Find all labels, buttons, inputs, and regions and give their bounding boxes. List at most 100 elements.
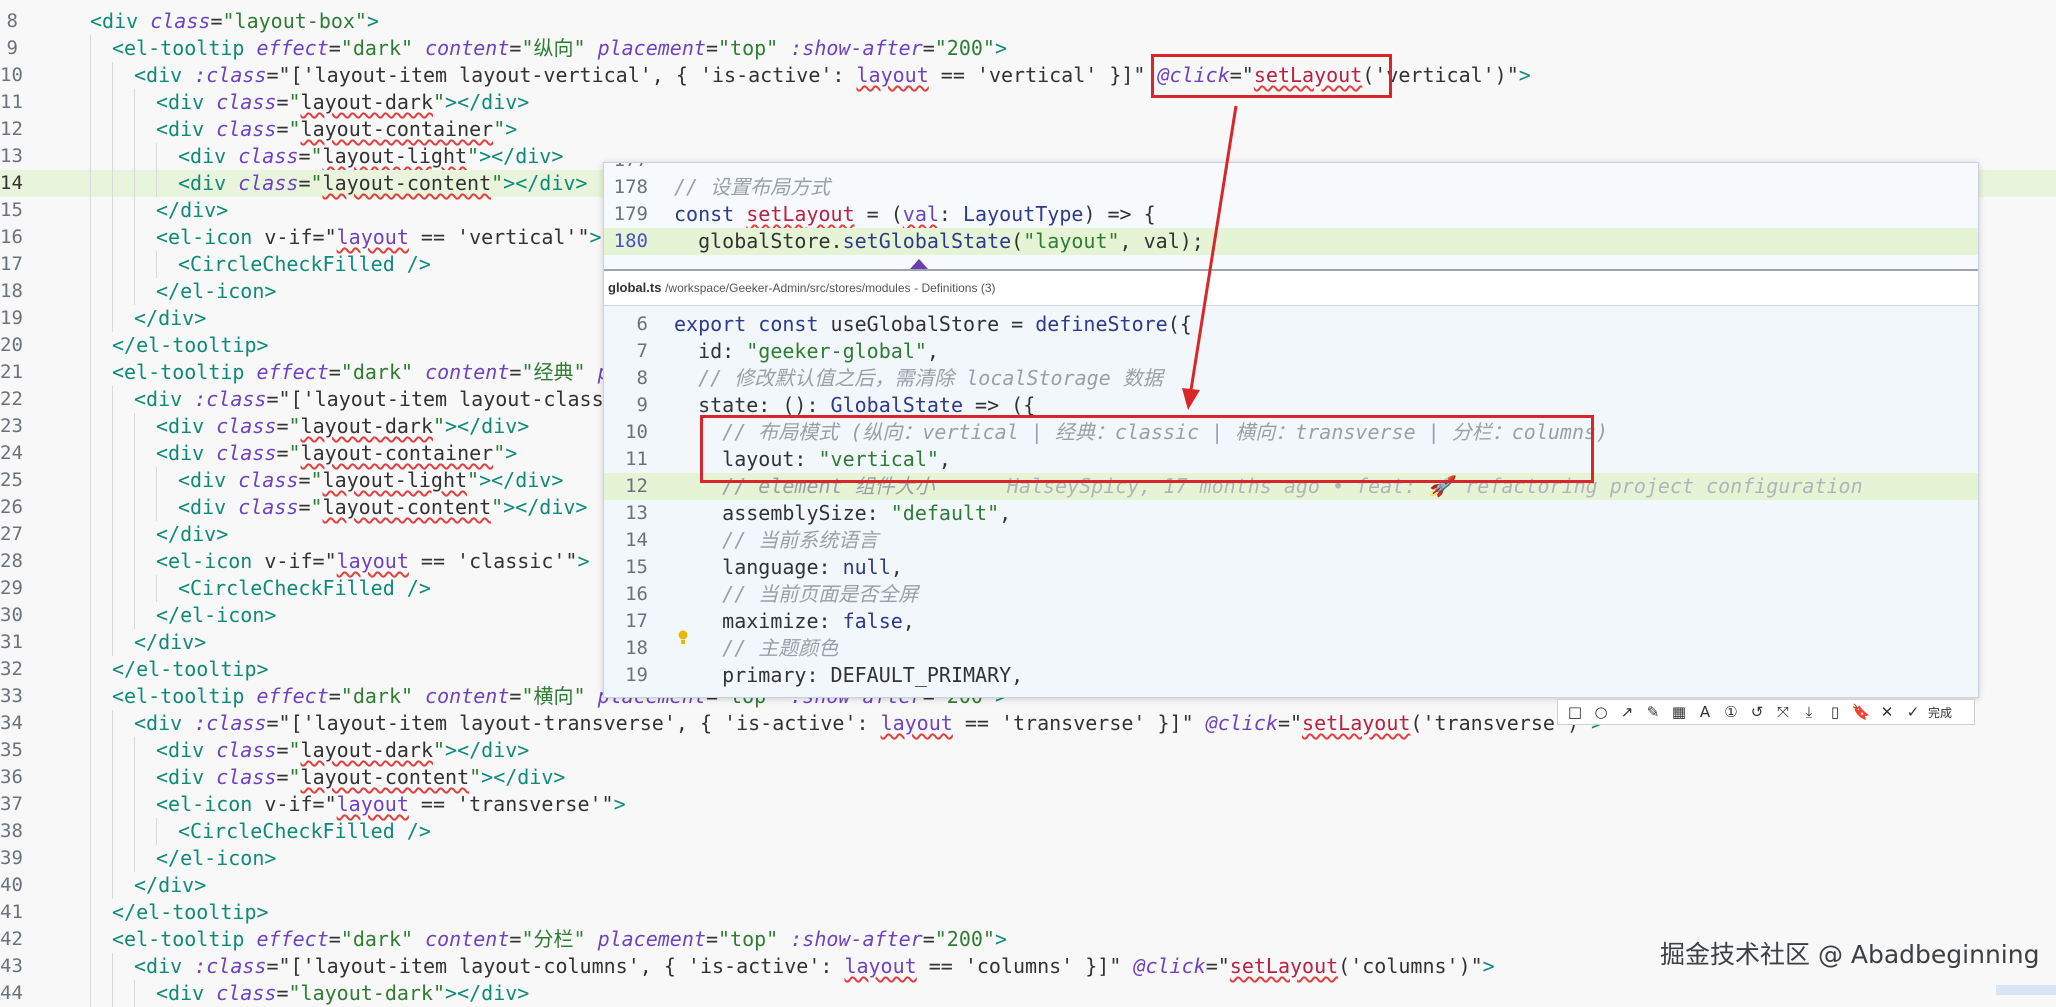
code-token: > [1482,954,1495,978]
undo-icon[interactable]: ↺ [1746,703,1768,721]
code-token: // 当前页面是否全屏 [674,582,919,606]
peek-line-177[interactable]: 177 [604,163,1978,174]
code-text: <div :class="['layout-item layout-transv… [134,710,1603,737]
code-token: <el-tooltip [112,36,257,60]
code-token: ({ [1167,312,1192,336]
code-token: = [509,927,522,951]
code-line-40[interactable]: 40 </div> [0,872,2056,899]
text-tool-icon[interactable]: A [1694,703,1716,721]
peek-line-178[interactable]: 178 // 设置布局方式 [604,174,1978,201]
code-line-11[interactable]: 11 <div class="layout-dark"></div> [0,89,2056,116]
code-token: // 主题颜色 [674,636,839,660]
line-number: 39 [0,847,23,869]
peek-caret-icon [910,259,928,269]
indent-guide [90,953,91,980]
ellipse-tool-icon[interactable]: ○ [1590,703,1612,721]
peek-line-8[interactable]: 8 // 修改默认值之后，需清除 localStorage 数据 [604,365,1978,392]
peek-line-15[interactable]: 15 language: null, [604,554,1978,581]
code-line-38[interactable]: 38 <CircleCheckFilled /> [0,818,2056,845]
indent-guide [156,818,157,845]
peek-line-6[interactable]: 6 export const useGlobalStore = defineSto… [604,311,1978,338]
code-token: = [298,171,311,195]
code-token: " [432,90,446,114]
indent-guide [90,764,91,791]
code-token: class [150,9,211,33]
code-token: == 'classic'" [408,549,578,573]
peek-line-179[interactable]: 179 const setLayout = (val: LayoutType) =… [604,201,1978,228]
indent-guide [90,656,91,683]
pen-tool-icon[interactable]: ✎ [1642,703,1664,721]
indent-guide [90,683,91,710]
peek-line-18[interactable]: 18 // 主题颜色 [604,635,1978,662]
download-icon[interactable]: ⤓ [1798,703,1820,721]
code-line-9[interactable]: 9 <el-tooltip effect="dark" content="纵向" … [0,35,2056,62]
code-token: " [467,468,480,492]
indent-guide [90,629,91,656]
code-token: " [288,90,301,114]
code-token: v-if=" [264,225,337,249]
indent-guide [112,953,113,980]
code-line-37[interactable]: 37 <el-icon v-if="layout == 'transverse'"… [0,791,2056,818]
code-line-44[interactable]: 44 <div class="layout-dark"></div> [0,980,2056,1007]
code-token: </div> [134,873,207,897]
arrow-tool-icon[interactable]: ↗ [1616,703,1638,721]
indent-guide [90,980,91,1007]
code-line-39[interactable]: 39 </el-icon> [0,845,2056,872]
peek-line-7[interactable]: 7 id: "geeker-global", [604,338,1978,365]
peek-line-180[interactable]: 180 globalStore.setGlobalState("layout",… [604,228,1978,255]
code-token: layout-dark [300,90,433,114]
code-text: </div> [134,629,206,656]
code-token: = [509,36,522,60]
peek-file-name[interactable]: global.ts [608,280,661,295]
peek-line-14[interactable]: 14 // 当前系统语言 [604,527,1978,554]
mosaic-tool-icon[interactable]: ▦ [1668,703,1690,721]
indent-guide [90,62,91,89]
bookmark-icon[interactable]: 🔖 [1850,703,1872,721]
code-line-36[interactable]: 36 <div class="layout-content"></div> [0,764,2056,791]
screenshot-annotation-toolbar: □ ○ ↗ ✎ ▦ A ① ↺ ⤧ ⤓ ▯ 🔖 ✕ ✓ 完成 [1557,699,1975,725]
code-token: <el-icon [156,792,265,816]
lightbulb-icon[interactable] [677,630,689,646]
line-number: 24 [0,442,23,464]
code-token: :class [194,954,267,978]
number-tool-icon[interactable]: ① [1720,703,1742,721]
code-token: = [922,927,935,951]
indent-guide [156,575,157,602]
code-token: @click [1133,954,1206,978]
code-token: <el-tooltip [112,684,257,708]
indent-guide [112,872,113,899]
code-line-35[interactable]: 35 <div class="layout-dark"></div> [0,737,2056,764]
code-token: <div [156,765,217,789]
code-token: " [288,414,301,438]
pin-icon[interactable]: ⤧ [1772,703,1794,721]
line-number: 179 [613,203,648,225]
peek-line-13[interactable]: 13 assemblySize: "default", [604,500,1978,527]
code-line-8[interactable]: 8 <div class="layout-box"> [0,8,2056,35]
line-number: 25 [0,469,23,491]
save-icon[interactable]: ▯ [1824,703,1846,721]
confirm-icon[interactable]: ✓ [1902,703,1924,721]
close-icon[interactable]: ✕ [1876,703,1898,721]
code-token: // 设置布局方式 [674,175,831,199]
peek-line-19[interactable]: 19 primary: DEFAULT_PRIMARY, [604,662,1978,689]
peek-line-16[interactable]: 16 // 当前页面是否全屏 [604,581,1978,608]
code-text: <div class="layout-dark"></div> [156,413,529,440]
peek-line-17[interactable]: 17 maximize: false, [604,608,1978,635]
indent-guide [134,575,135,602]
rectangle-tool-icon[interactable]: □ [1564,703,1586,721]
code-token: = [276,441,289,465]
code-token: == 'transverse' }]" [952,711,1206,735]
code-token: null [842,555,891,579]
code-token: = [276,981,289,1005]
code-token: primary: DEFAULT_PRIMARY, [674,663,1024,687]
done-button[interactable]: 完成 [1928,704,1952,721]
code-token: content [425,360,510,384]
code-text: <div class="layout-box"> [90,8,379,35]
code-line-10[interactable]: 10 <div :class="['layout-item layout-vert… [0,62,2056,89]
indent-guide [134,413,135,440]
code-line-12[interactable]: 12 <div class="layout-container"> [0,116,2056,143]
code-token: <div [134,63,195,87]
code-line-41[interactable]: 41 </el-tooltip> [0,899,2056,926]
line-number: 15 [0,199,23,221]
line-number: 23 [0,415,23,437]
